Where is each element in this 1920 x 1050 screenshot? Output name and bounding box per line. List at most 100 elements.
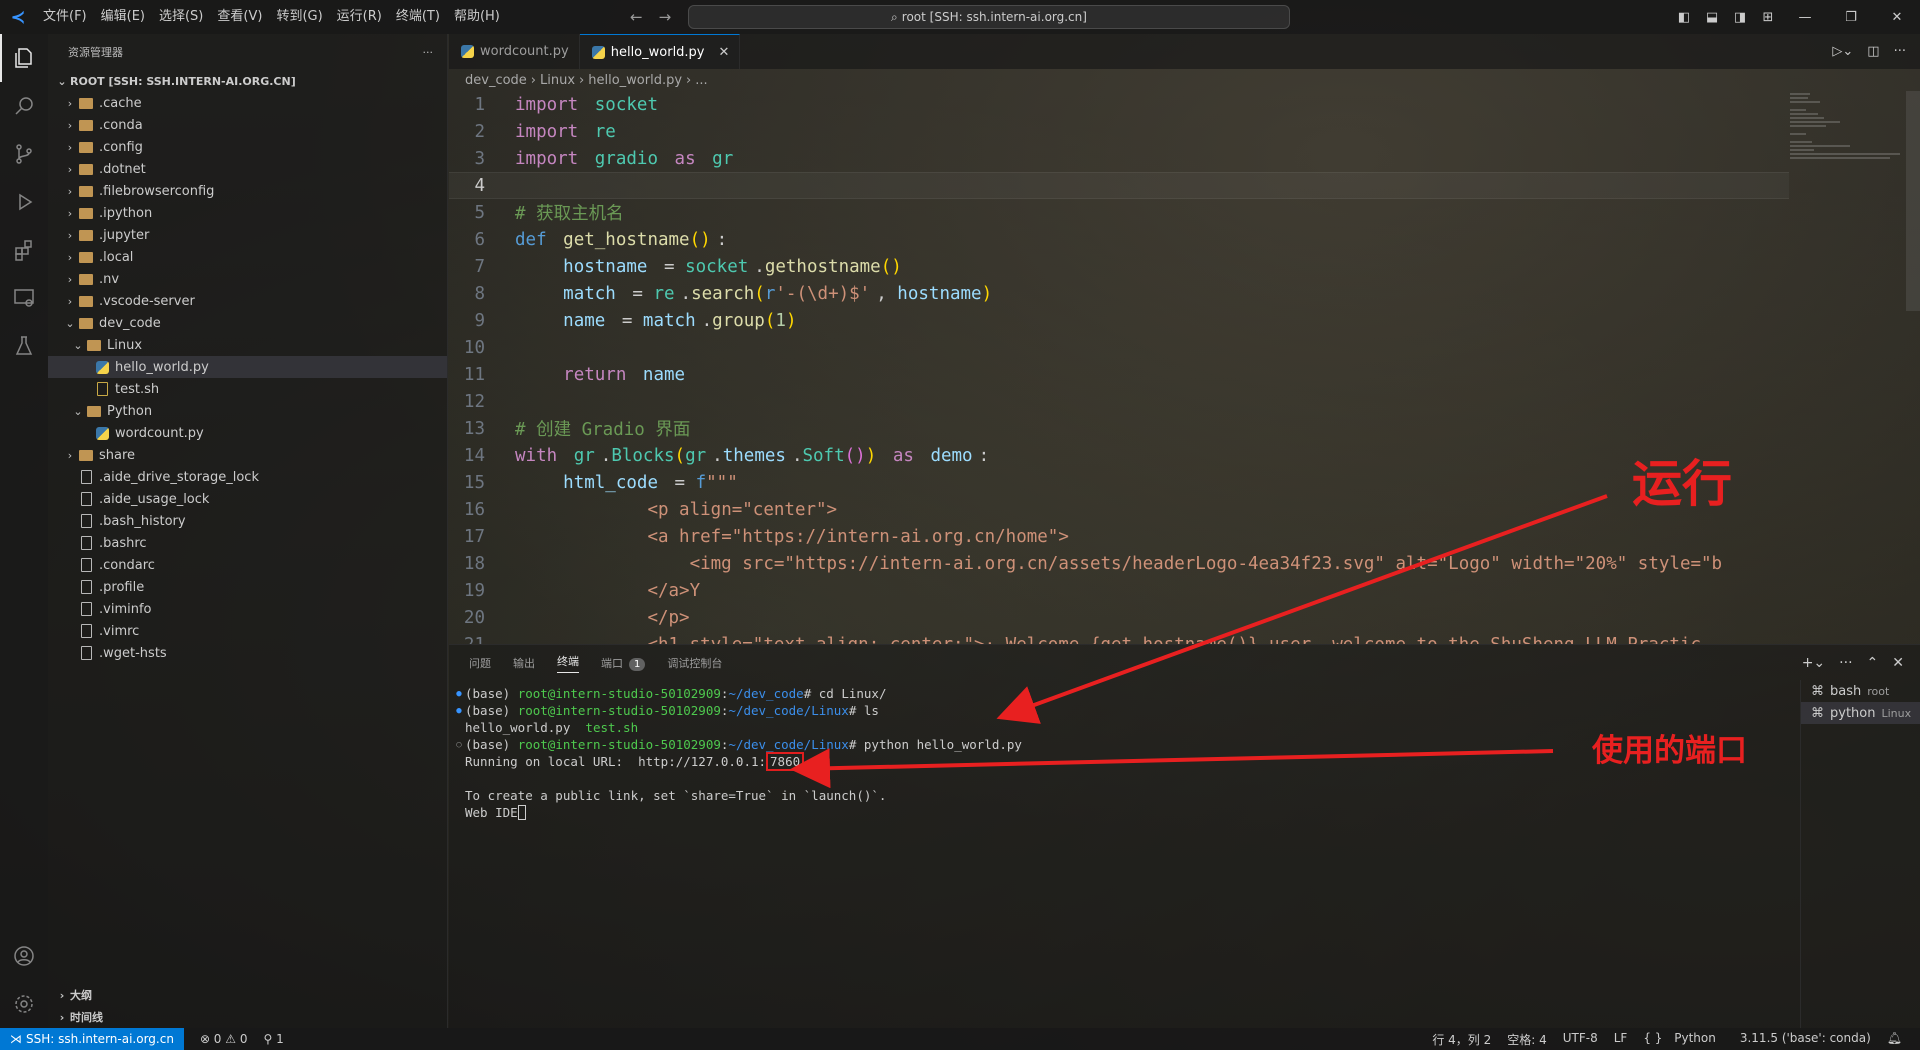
code-line[interactable]: 18 <img src="https://intern-ai.org.cn/as… — [449, 550, 1789, 577]
remote-explorer-icon[interactable] — [0, 274, 48, 322]
remote-indicator[interactable]: ⋊ SSH: ssh.intern-ai.org.cn — [0, 1028, 184, 1050]
minimize-button[interactable]: — — [1782, 10, 1828, 25]
tree-item[interactable]: › .conda — [48, 114, 447, 136]
code-line[interactable]: 5 # 获取主机名 — [449, 199, 1789, 226]
explorer-icon[interactable] — [0, 34, 48, 82]
code-line[interactable]: 9 name = match .group(1) — [449, 307, 1789, 334]
menu-item[interactable]: 查看(V) — [210, 0, 269, 34]
python-interpreter[interactable]: 3.11.5 ('base': conda) — [1740, 1031, 1871, 1048]
account-icon[interactable] — [0, 932, 48, 980]
editor-scrollbar[interactable] — [1906, 91, 1920, 311]
code-line[interactable]: 12 — [449, 388, 1789, 415]
run-debug-icon[interactable] — [0, 178, 48, 226]
tree-item[interactable]: ⌄ Python — [48, 400, 447, 422]
code-line[interactable]: 6 def get_hostname(): — [449, 226, 1789, 253]
code-line[interactable]: 16 <p align="center"> — [449, 496, 1789, 523]
tree-item[interactable]: .condarc — [48, 554, 447, 576]
editor-tab[interactable]: hello_world.py ✕ — [579, 34, 741, 69]
code-line[interactable]: 14 with gr .Blocks(gr .themes .Soft()) as de… — [449, 442, 1789, 469]
terminal-instance[interactable]: ⌘ bash root — [1801, 680, 1920, 702]
code-line[interactable]: 2 import re — [449, 118, 1789, 145]
maximize-panel-icon[interactable]: ⌃ — [1867, 655, 1879, 671]
breadcrumb-item[interactable]: Linux — [540, 73, 575, 88]
code-line[interactable]: 13 # 创建 Gradio 界面 — [449, 415, 1789, 442]
code-line[interactable]: 7 hostname = socket .gethostname() — [449, 253, 1789, 280]
new-terminal-icon[interactable]: +⌄ — [1802, 655, 1825, 671]
indentation[interactable]: 空格: 4 — [1507, 1031, 1547, 1048]
code-editor[interactable]: 1 import socket 2 import re 3 import gradio a… — [449, 91, 1789, 644]
tree-item[interactable]: ⌄ dev_code — [48, 312, 447, 334]
minimap[interactable] — [1790, 91, 1910, 181]
code-line[interactable]: 10 — [449, 334, 1789, 361]
panel-tab[interactable]: 终端 — [557, 653, 579, 673]
editor-tab[interactable]: wordcount.py — [449, 34, 580, 69]
tree-item[interactable]: .profile — [48, 576, 447, 598]
problems-indicator[interactable]: ⊗ 0 ⚠ 0 — [200, 1032, 248, 1046]
toggle-secondary-sidebar-icon[interactable]: ◨ — [1726, 10, 1754, 25]
terminal-output[interactable]: ● (base) root@intern-studio-50102909: ~/de… — [449, 685, 1784, 1015]
menu-item[interactable]: 转到(G) — [269, 0, 329, 34]
workspace-root[interactable]: ⌄ ROOT [SSH: SSH.INTERN-AI.ORG.CN] — [48, 70, 447, 92]
run-python-icon[interactable]: ▷⌄ — [1832, 44, 1853, 59]
code-line[interactable]: 15 html_code = f""" — [449, 469, 1789, 496]
breadcrumb-item[interactable]: dev_code — [465, 73, 527, 88]
breadcrumb-item[interactable]: hello_world.py — [588, 73, 682, 88]
menu-item[interactable]: 运行(R) — [330, 0, 389, 34]
toggle-panel-icon[interactable]: ⬓ — [1698, 10, 1726, 25]
tree-item[interactable]: .viminfo — [48, 598, 447, 620]
ports-indicator[interactable]: ⚲ 1 — [263, 1032, 283, 1046]
code-line[interactable]: 20 </p> — [449, 604, 1789, 631]
tree-item[interactable]: › .filebrowserconfig — [48, 180, 447, 202]
code-line[interactable]: 11 return name — [449, 361, 1789, 388]
restore-button[interactable]: ❐ — [1828, 10, 1874, 25]
terminal-instance[interactable]: ⌘ python Linux — [1801, 702, 1920, 724]
code-line[interactable]: 21 <h1 style="text-align: center;">· Wel… — [449, 631, 1789, 645]
language-mode[interactable]: { } Python — [1643, 1031, 1724, 1048]
forward-arrow-icon[interactable]: → — [659, 0, 672, 34]
tree-item[interactable]: › .jupyter — [48, 224, 447, 246]
timeline-section[interactable]: › 时间线 — [48, 1006, 447, 1028]
code-line[interactable]: 4 — [449, 172, 1789, 199]
tree-item[interactable]: .aide_drive_storage_lock — [48, 466, 447, 488]
code-line[interactable]: 3 import gradio as gr — [449, 145, 1789, 172]
tree-item[interactable]: › .config — [48, 136, 447, 158]
tree-item[interactable]: › .nv — [48, 268, 447, 290]
code-line[interactable]: 1 import socket — [449, 91, 1789, 118]
panel-tab[interactable]: 端口 1 — [601, 655, 646, 671]
tree-item[interactable]: hello_world.py — [48, 356, 447, 378]
menu-item[interactable]: 文件(F) — [36, 0, 94, 34]
tree-item[interactable]: wordcount.py — [48, 422, 447, 444]
tree-item[interactable]: › .cache — [48, 92, 447, 114]
breadcrumb-item[interactable]: ... — [695, 73, 707, 88]
gear-icon[interactable] — [0, 980, 48, 1028]
source-control-icon[interactable] — [0, 130, 48, 178]
toggle-sidebar-icon[interactable]: ◧ — [1670, 10, 1698, 25]
cursor-position[interactable]: 行 4，列 2 — [1432, 1031, 1491, 1048]
close-window-button[interactable]: ✕ — [1874, 10, 1920, 25]
command-center[interactable]: ⌕ root [SSH: ssh.intern-ai.org.cn] — [688, 5, 1290, 29]
menu-item[interactable]: 终端(T) — [389, 0, 447, 34]
tree-item[interactable]: test.sh — [48, 378, 447, 400]
outline-section[interactable]: › 大纲 — [48, 984, 447, 1006]
panel-tab[interactable]: 输出 — [513, 655, 535, 671]
line-ending[interactable]: LF — [1614, 1031, 1628, 1048]
tree-item[interactable]: ⌄ Linux — [48, 334, 447, 356]
code-line[interactable]: 8 match = re .search(r'-(\d+)$', hostname… — [449, 280, 1789, 307]
tree-item[interactable]: › .ipython — [48, 202, 447, 224]
search-icon[interactable] — [0, 82, 48, 130]
close-icon[interactable]: ✕ — [719, 45, 730, 60]
more-actions-icon[interactable]: ··· — [423, 46, 434, 59]
back-arrow-icon[interactable]: ← — [630, 0, 643, 34]
notifications-icon[interactable]: 🔔︎ — [1887, 1031, 1902, 1048]
close-panel-icon[interactable]: ✕ — [1892, 655, 1904, 671]
panel-tab[interactable]: 问题 — [469, 655, 491, 671]
tree-item[interactable]: .bashrc — [48, 532, 447, 554]
extensions-icon[interactable] — [0, 226, 48, 274]
menu-item[interactable]: 帮助(H) — [447, 0, 507, 34]
more-actions-icon[interactable]: ··· — [1839, 655, 1852, 671]
tree-item[interactable]: .bash_history — [48, 510, 447, 532]
customize-layout-icon[interactable]: ⊞ — [1754, 10, 1782, 25]
tree-item[interactable]: › share — [48, 444, 447, 466]
tree-item[interactable]: .vimrc — [48, 620, 447, 642]
tree-item[interactable]: › .dotnet — [48, 158, 447, 180]
